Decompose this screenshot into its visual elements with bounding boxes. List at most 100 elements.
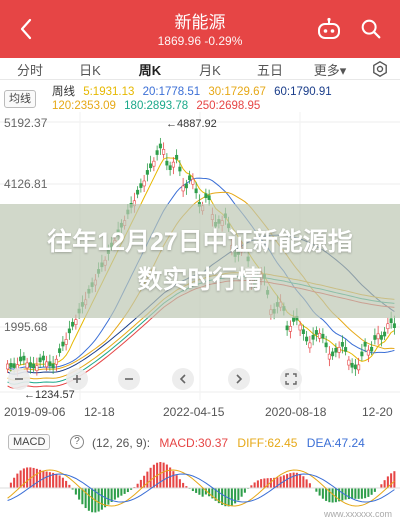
macd-bar — [91, 488, 94, 513]
macd-bar — [289, 473, 292, 488]
tab-daily[interactable]: 日K — [60, 58, 120, 80]
macd-bar — [351, 488, 354, 499]
ma-label-120: 120:2353.09 — [52, 100, 116, 112]
candle-body — [327, 353, 331, 360]
fullscreen-button[interactable] — [280, 368, 302, 390]
zoom-in-button-2[interactable] — [118, 368, 140, 390]
macd-bar — [279, 476, 282, 488]
macd-bar — [321, 488, 324, 499]
macd-bar — [172, 471, 175, 488]
title-banner: 往年12月27日中证新能源指数实时行情 — [0, 204, 400, 318]
macd-bar — [240, 488, 243, 497]
candle-body — [334, 347, 338, 353]
candle-body — [305, 336, 309, 342]
candle-body — [318, 332, 322, 339]
help-icon[interactable]: ? — [70, 435, 84, 449]
diff-value: DIFF:62.45 — [237, 436, 298, 450]
candle-body — [139, 183, 143, 188]
macd-bar — [299, 474, 302, 488]
date-tick-label: 2020-08-18 — [265, 405, 327, 417]
candle-body — [311, 335, 315, 340]
zoom-in-button[interactable] — [66, 368, 88, 390]
prev-button[interactable] — [172, 368, 194, 390]
search-icon[interactable] — [358, 16, 384, 42]
candle-body — [67, 328, 71, 334]
macd-bar — [146, 471, 149, 488]
tab-five-day[interactable]: 五日 — [240, 58, 300, 80]
macd-bar — [341, 488, 344, 501]
macd-bar — [113, 488, 116, 500]
candle-body — [168, 165, 172, 170]
macd-bar — [162, 462, 165, 488]
candle-body — [181, 185, 185, 192]
candle-body — [285, 325, 289, 331]
macd-bar — [243, 488, 246, 493]
macd-bar — [263, 478, 266, 488]
macd-bar — [318, 488, 321, 496]
candle-body — [175, 154, 179, 160]
macd-bar — [370, 488, 373, 495]
candle-body — [71, 321, 75, 327]
chevron-left-icon — [179, 374, 186, 384]
candle-body — [331, 351, 335, 357]
macd-bar — [149, 467, 152, 488]
macd-bar — [126, 488, 129, 493]
tab-more[interactable]: 更多▾ — [300, 58, 360, 80]
macd-bar — [198, 488, 201, 495]
macd-bar — [152, 464, 155, 488]
macd-bar — [123, 488, 126, 494]
candle-body — [9, 363, 13, 368]
next-button[interactable] — [228, 368, 250, 390]
robot-assistant-icon[interactable] — [316, 16, 342, 42]
macd-bar — [19, 470, 22, 488]
candle-body — [194, 188, 198, 194]
candle-body — [191, 178, 195, 185]
candle-body — [19, 356, 23, 362]
indicator-selector-button[interactable]: MACD — [8, 434, 51, 450]
macd-bar — [9, 482, 12, 488]
macd-bar — [308, 483, 311, 488]
ma-label-250: 250:2698.95 — [196, 100, 261, 112]
settings-icon[interactable] — [360, 58, 400, 79]
candle-body — [324, 342, 328, 348]
fullscreen-icon — [285, 373, 297, 385]
ma-selector-button[interactable]: 均线 — [4, 90, 36, 108]
candle-body — [171, 161, 175, 168]
macd-bar — [159, 462, 162, 488]
tab-monthly[interactable]: 月K — [180, 58, 240, 80]
macd-bar — [48, 472, 51, 488]
candle-body — [28, 362, 32, 367]
macd-bar — [344, 488, 347, 500]
candle-body — [376, 333, 380, 340]
zoom-out-button[interactable] — [8, 368, 30, 390]
macd-bar — [195, 488, 198, 493]
candle-body — [188, 175, 192, 181]
low-annotation: ←1234.57 — [24, 389, 75, 401]
tab-weekly[interactable]: 周K — [120, 58, 180, 80]
candle-body — [383, 331, 387, 337]
macd-legend: MACD ? (12, 26, 9): MACD:30.37 DIFF:62.4… — [0, 432, 400, 454]
minus-icon — [125, 378, 133, 380]
candle-body — [207, 195, 211, 200]
macd-values: (12, 26, 9): MACD:30.37 DIFF:62.45 DEA:4… — [92, 436, 371, 450]
candle-body — [48, 361, 52, 366]
candle-body — [301, 329, 305, 334]
macd-bar — [357, 488, 360, 499]
ma-label-60: 60:1790.91 — [274, 86, 332, 98]
candle-body — [38, 357, 42, 363]
macd-bar — [74, 488, 77, 495]
macd-bar — [256, 480, 259, 488]
candle-body — [22, 355, 26, 361]
candle-body — [162, 149, 166, 155]
candle-body — [32, 363, 36, 369]
candle-body — [321, 333, 325, 339]
candle-body — [292, 317, 296, 322]
candle-body — [204, 193, 208, 198]
tab-fenshi[interactable]: 分时 — [0, 58, 60, 80]
candle-body — [379, 335, 383, 340]
macd-bar — [97, 488, 100, 512]
candle-body — [74, 319, 78, 325]
candle-body — [288, 326, 292, 332]
ma-label-5: 5:1931.13 — [83, 86, 135, 98]
candle-body — [136, 189, 140, 195]
